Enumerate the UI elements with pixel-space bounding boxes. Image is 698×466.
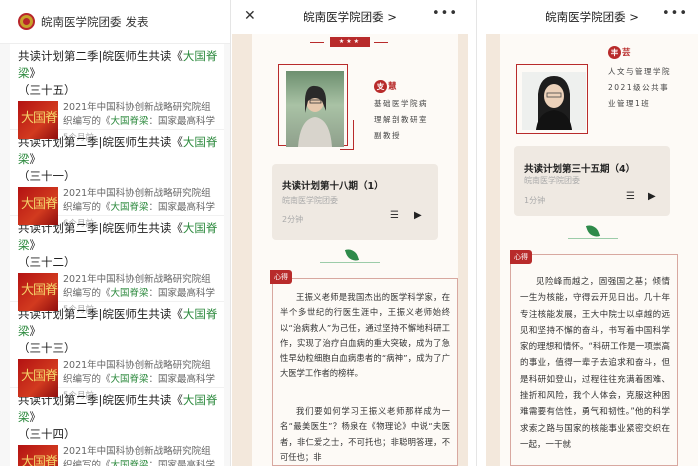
article-list-item[interactable]: 共读计划第二季|皖医师生共读《大国脊梁》 （三十三） 大国脊 2021年中国科协创新战… <box>10 302 224 401</box>
author-name: 支慧 <box>374 80 401 93</box>
list-header: 皖南医学院团委 发表 <box>0 0 230 44</box>
reflection-tag: 心得 <box>510 250 532 264</box>
article-summary: 2021年中国科协创新战略研究院组织编写的《大国脊梁：国家最高科学技术奖获... <box>63 274 216 299</box>
account-title: 皖南医学院团委 <box>303 10 384 24</box>
account-title-link[interactable]: 皖南医学院团委 > <box>545 9 639 25</box>
close-icon[interactable]: ✕ <box>244 8 256 24</box>
article-thumbnail[interactable]: 大国脊 <box>18 445 58 466</box>
audio-title: 共读计划第十八期（1） <box>282 181 384 192</box>
article-thumbnail[interactable]: 大国脊 <box>18 273 58 311</box>
chevron-right-icon: > <box>387 10 397 24</box>
article-panel-2: 皖南医学院团委 > ••• 丰芸 人文与管理学院2021级公共事业管理1班 共读… <box>486 0 698 466</box>
play-icon[interactable]: ▶ <box>648 191 656 202</box>
more-icon[interactable]: ••• <box>432 6 458 21</box>
article-title[interactable]: 共读计划第二季|皖医师生共读《大国脊梁》 （三十一） <box>18 134 218 185</box>
stars-banner: ★★★ <box>330 37 370 47</box>
reflection-text-2: 我们要如何学习王振义老师那样成为一名“最美医生”？杨泉在《物理论》中说“夫医者，… <box>280 406 450 462</box>
decor-border-left <box>486 34 500 466</box>
audio-title: 共读计划第三十五期（4） <box>524 164 636 175</box>
reflection-tag: 心得 <box>270 270 292 284</box>
article-summary: 2021年中国科协创新战略研究院组织编写的《大国脊梁：国家最高科学技术奖获... <box>63 188 216 213</box>
reflection-text: 见险峰而越之，固强国之基；倾情一生为核能，守得云开见日出。几十年专注核能发展，王… <box>520 277 670 450</box>
list-header-title[interactable]: 皖南医学院团委 发表 <box>41 14 153 30</box>
article-list-item[interactable]: 共读计划第二季|皖医师生共读《大国脊梁》 （三十五） 大国脊 2021年中国科协创新战… <box>10 44 224 143</box>
list-icon[interactable]: ☰ <box>626 191 635 202</box>
play-icon[interactable]: ▶ <box>414 210 422 221</box>
article-summary: 2021年中国科协创新战略研究院组织编写的《大国脊梁：国家最高科学技术奖获... <box>63 102 216 127</box>
article-summary: 2021年中国科协创新战略研究院组织编写的《大国脊梁：国家最高科学技术奖获... <box>63 446 216 466</box>
profile-photo <box>522 72 586 130</box>
publish-label: 发表 <box>125 14 149 29</box>
top-bar: 皖南医学院团委 > ••• <box>486 0 698 34</box>
profile-photo <box>286 71 344 147</box>
divider-line <box>310 42 324 43</box>
account-title-link[interactable]: 皖南医学院团委 > <box>303 9 397 25</box>
article-list-panel: 皖南医学院团委 发表 共读计划第二季|皖医师生共读《大国脊梁》 （三十五） 大国脊 20… <box>0 0 230 466</box>
article-title[interactable]: 共读计划第二季|皖医师生共读《大国脊梁》 （三十二） <box>18 220 218 271</box>
article-title[interactable]: 共读计划第二季|皖医师生共读《大国脊梁》 （三十三） <box>18 306 218 357</box>
list-icon[interactable]: ☰ <box>390 210 399 221</box>
audio-duration: 1分钟 <box>524 196 546 205</box>
panel-divider <box>476 0 477 466</box>
decor-border-left <box>232 34 252 466</box>
article-list-item[interactable]: 共读计划第二季|皖医师生共读《大国脊梁》 （三十一） 大国脊 2021年中国科协创新战… <box>10 130 224 229</box>
chevron-right-icon: > <box>629 10 639 24</box>
audio-card[interactable]: 共读计划第十八期（1） 皖南医学院团委 2分钟 ☰ ▶ <box>272 164 438 240</box>
article-list-item[interactable]: 共读计划第二季|皖医师生共读《大国脊梁》 （三十二） 大国脊 2021年中国科协创新战… <box>10 216 224 315</box>
league-badge-icon <box>18 13 35 30</box>
leaf-divider <box>320 262 380 263</box>
article-thumbnail[interactable]: 大国脊 <box>18 101 58 139</box>
reflection-text: 王振义老师是我国杰出的医学科学家，在半个多世纪的行医生涯中，王振义老师始终以“治… <box>280 292 450 379</box>
leaf-divider <box>568 238 618 239</box>
author-name: 丰芸 <box>608 46 635 59</box>
audio-duration: 2分钟 <box>282 215 304 224</box>
account-name[interactable]: 皖南医学院团委 <box>41 15 122 29</box>
divider-line <box>374 42 388 43</box>
account-title: 皖南医学院团委 <box>545 10 626 24</box>
article-title[interactable]: 共读计划第二季|皖医师生共读《大国脊梁》 （三十四） <box>18 392 218 443</box>
article-list-item[interactable]: 共读计划第二季|皖医师生共读《大国脊梁》 （三十四） 大国脊 2021年中国科协创新战… <box>10 388 224 466</box>
photo-frame-corner <box>340 120 354 150</box>
panel-divider <box>230 0 231 466</box>
author-profile: 基础医学院病理解剖教研室副教授 <box>374 99 428 140</box>
article-thumbnail[interactable]: 大国脊 <box>18 359 58 397</box>
article-title[interactable]: 共读计划第二季|皖医师生共读《大国脊梁》 （三十五） <box>18 48 218 99</box>
decor-border-right <box>458 34 468 466</box>
more-icon[interactable]: ••• <box>662 6 688 21</box>
article-summary: 2021年中国科协创新战略研究院组织编写的《大国脊梁：国家最高科学技术奖获... <box>63 360 216 385</box>
audio-source: 皖南医学院团委 <box>282 196 338 205</box>
author-profile: 人文与管理学院2021级公共事业管理1班 <box>608 67 671 108</box>
top-bar: ✕ 皖南医学院团委 > ••• <box>232 0 468 34</box>
article-panel-1: ✕ 皖南医学院团委 > ••• ★★★ 支慧 基础医学院病理解剖教研室副教授 共… <box>232 0 468 466</box>
audio-source: 皖南医学院团委 <box>524 176 580 185</box>
article-thumbnail[interactable]: 大国脊 <box>18 187 58 225</box>
audio-card[interactable]: 共读计划第三十五期（4） 皖南医学院团委 1分钟 ☰ ▶ <box>514 146 670 216</box>
